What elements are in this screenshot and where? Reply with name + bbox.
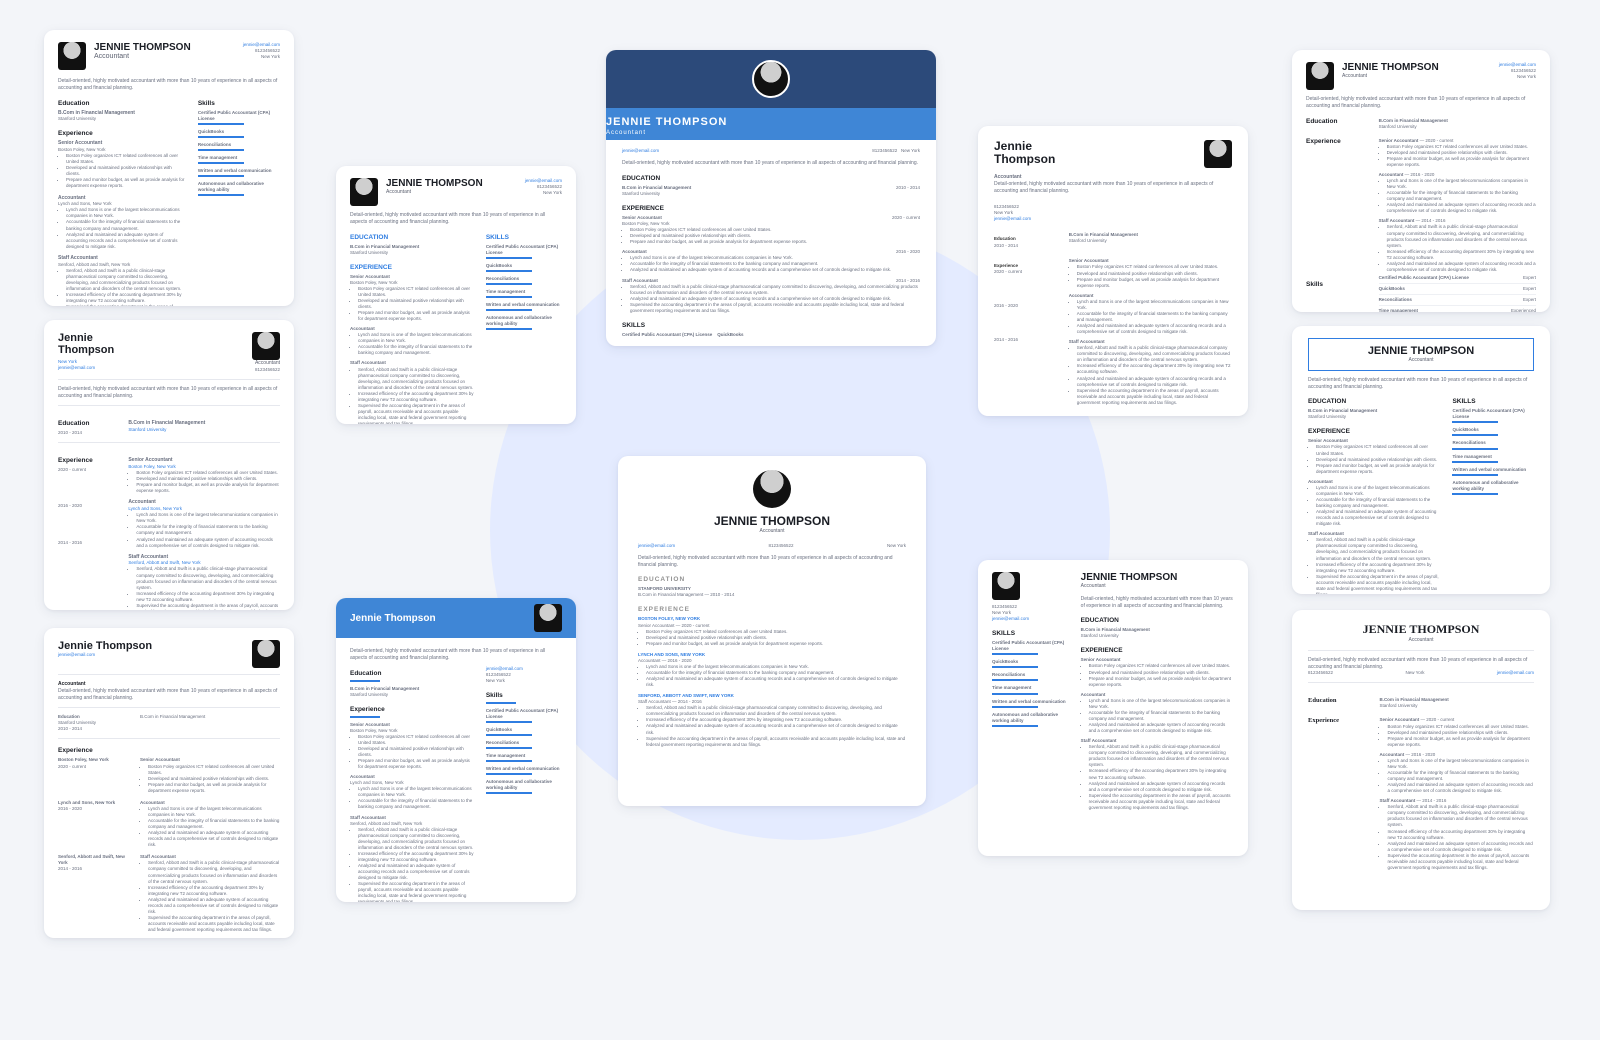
resume-template-9[interactable]: 8123456522 New York jennie@email.com SKI… xyxy=(978,560,1248,856)
avatar xyxy=(992,572,1020,600)
avatar xyxy=(1306,62,1334,90)
template-gallery: JENNIE THOMPSON Accountant jennie@email.… xyxy=(0,0,1600,1040)
resume-template-4[interactable]: JENNIE THOMPSON Accountant jennie@email.… xyxy=(336,166,576,424)
resume-template-3[interactable]: Jennie Thompson jennie@email.com Account… xyxy=(44,628,294,938)
resume-template-8[interactable]: JennieThompson Accountant Detail-oriente… xyxy=(978,126,1248,416)
resume-template-2[interactable]: JennieThompson New York jennie@email.com… xyxy=(44,320,294,610)
resume-template-7[interactable]: JENNIE THOMPSON Accountant jennie@email.… xyxy=(618,456,926,806)
resume-template-10[interactable]: JENNIE THOMPSONAccountant jennie@email.c… xyxy=(1292,50,1550,312)
avatar xyxy=(58,42,86,70)
resume-template-11[interactable]: JENNIE THOMPSON Accountant Detail-orient… xyxy=(1292,326,1550,594)
person-name: JENNIE THOMPSON xyxy=(94,42,191,53)
header-bar xyxy=(606,50,936,108)
summary: Detail-oriented, highly motivated accoun… xyxy=(58,78,280,92)
avatar xyxy=(252,332,280,360)
name-strip: JENNIE THOMPSONAccountant xyxy=(606,108,936,140)
avatar xyxy=(752,60,790,98)
resume-template-12[interactable]: JENNIE THOMPSON Accountant Detail-orient… xyxy=(1292,610,1550,910)
resume-template-5[interactable]: Jennie Thompson Detail-oriented, highly … xyxy=(336,598,576,902)
avatar xyxy=(534,604,562,632)
avatar xyxy=(350,178,378,206)
avatar xyxy=(1204,140,1232,168)
resume-template-6[interactable]: JENNIE THOMPSONAccountant jennie@email.c… xyxy=(606,50,936,346)
avatar xyxy=(252,640,280,668)
person-role: Accountant xyxy=(94,53,191,60)
resume-template-1[interactable]: JENNIE THOMPSON Accountant jennie@email.… xyxy=(44,30,294,306)
avatar xyxy=(753,470,791,508)
